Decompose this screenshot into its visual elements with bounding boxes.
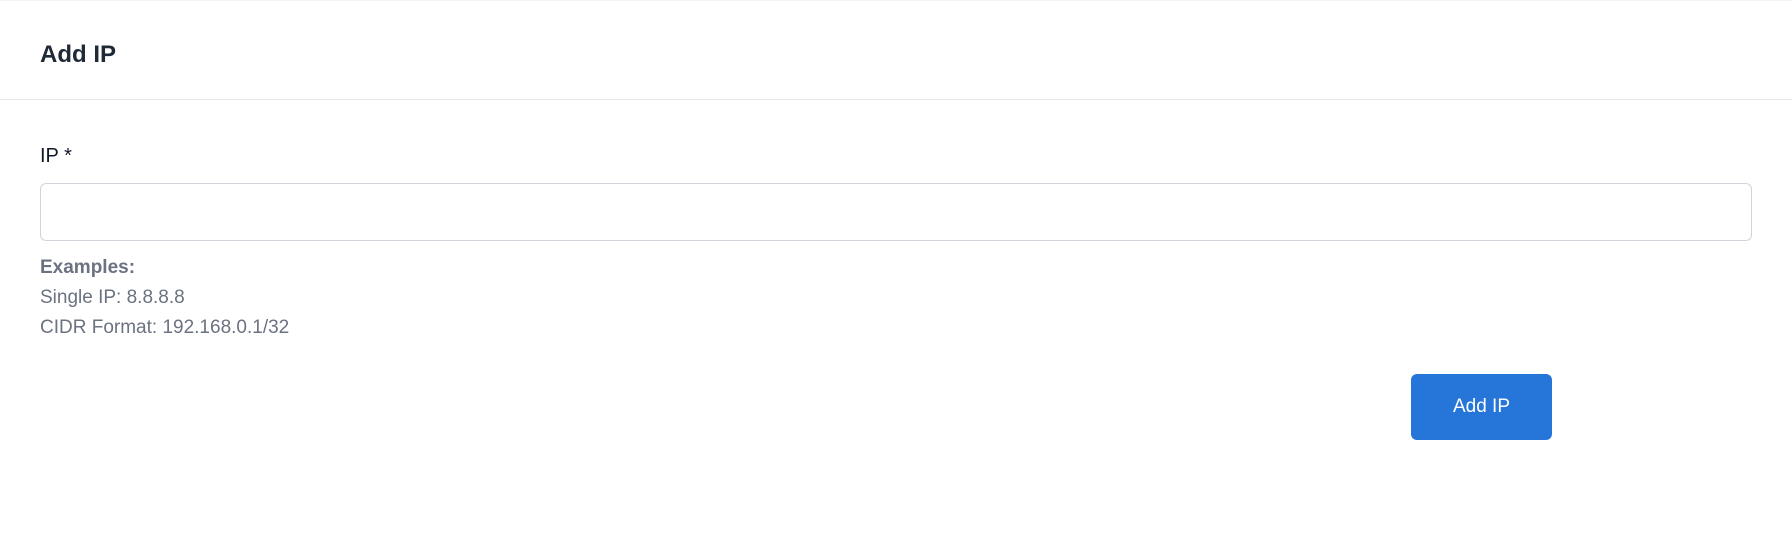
ip-field-label: IP * xyxy=(40,145,1752,168)
button-row: Add IP xyxy=(40,374,1752,440)
add-ip-button[interactable]: Add IP xyxy=(1411,374,1552,440)
dialog-title: Add IP xyxy=(40,41,1752,69)
example-cidr: CIDR Format: 192.168.0.1/32 xyxy=(40,317,1752,339)
ip-input[interactable] xyxy=(40,183,1752,241)
example-single-ip: Single IP: 8.8.8.8 xyxy=(40,287,1752,309)
dialog-header: Add IP xyxy=(0,0,1792,100)
examples-heading: Examples: xyxy=(40,257,1752,279)
dialog-content: IP * Examples: Single IP: 8.8.8.8 CIDR F… xyxy=(0,100,1792,480)
examples-help: Examples: Single IP: 8.8.8.8 CIDR Format… xyxy=(40,257,1752,339)
